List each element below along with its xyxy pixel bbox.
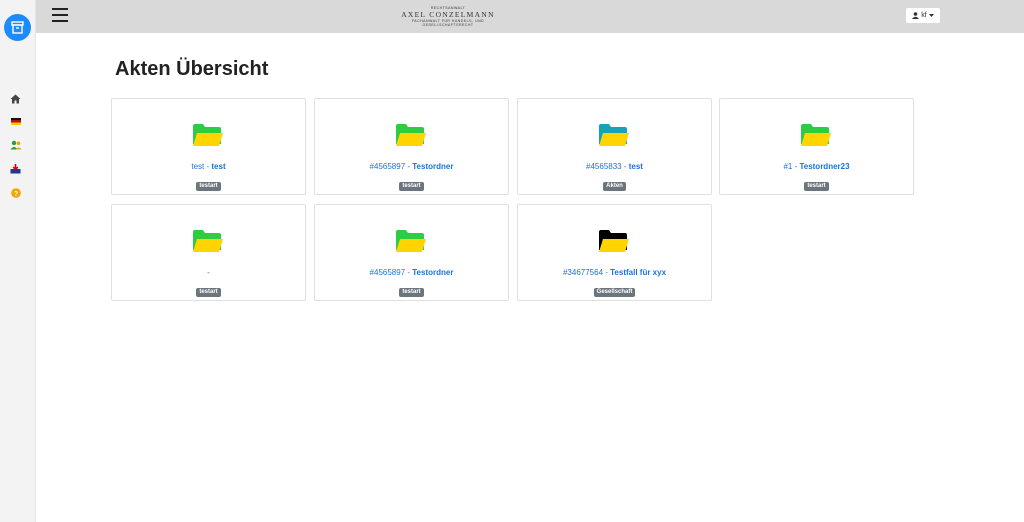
home-icon[interactable]: [9, 92, 22, 105]
case-type-badge: testart: [399, 288, 424, 297]
user-menu-button[interactable]: kf: [906, 8, 940, 23]
folder-card[interactable]: #1 - Testordner23 testart: [719, 98, 914, 195]
folder-card[interactable]: test - test testart: [111, 98, 306, 195]
folder-card[interactable]: #34677564 - Testfall für xyx Gesellschaft: [517, 204, 712, 301]
folder-icon: [396, 230, 426, 252]
case-type-badge: testart: [804, 182, 829, 191]
chevron-down-icon: [928, 14, 934, 17]
case-name: Testordner23: [799, 162, 850, 171]
folder-icon: [599, 124, 629, 146]
case-label[interactable]: -: [112, 268, 305, 277]
menu-icon[interactable]: [52, 8, 68, 22]
top-bar: RECHTSANWALT AXEL CONZELMANN FACHANWALT …: [36, 0, 1024, 33]
folder-icon: [599, 230, 629, 252]
flag-de-icon[interactable]: [9, 115, 22, 128]
brand-name: AXEL CONZELMANN: [401, 10, 495, 19]
folder-icon: [396, 124, 426, 146]
case-separator: -: [207, 268, 210, 277]
case-label[interactable]: #4565897 - Testordner: [315, 268, 508, 277]
user-label: kf: [921, 12, 927, 19]
case-type-badge: testart: [196, 182, 221, 191]
folder-card[interactable]: #4565897 - Testordner testart: [314, 98, 509, 195]
case-label[interactable]: #4565833 - test: [518, 162, 711, 171]
sidebar: ?: [0, 0, 36, 522]
folder-icon: [193, 230, 223, 252]
brand-sub: FACHANWALT FÜR HANDELS- UND GESELLSCHAFT…: [411, 19, 485, 27]
case-type-badge: testart: [196, 288, 221, 297]
case-label[interactable]: test - test: [112, 162, 305, 171]
case-name: Testfall für xyx: [610, 268, 667, 277]
svg-text:?: ?: [13, 191, 17, 198]
case-number: #4565897: [369, 162, 406, 171]
case-label[interactable]: #4565897 - Testordner: [315, 162, 508, 171]
case-type-badge: Gesellschaft: [593, 288, 636, 297]
user-icon: [912, 12, 920, 19]
case-separator: -: [621, 162, 629, 171]
case-name: test: [211, 162, 226, 171]
inbox-download-icon[interactable]: [9, 162, 22, 175]
brand-logo: RECHTSANWALT AXEL CONZELMANN FACHANWALT …: [386, 6, 510, 27]
case-number: #1: [783, 162, 793, 171]
folder-card[interactable]: - testart: [111, 204, 306, 301]
folder-icon: [801, 124, 831, 146]
folder-card[interactable]: #4565897 - Testordner testart: [314, 204, 509, 301]
case-number: test: [191, 162, 205, 171]
case-label[interactable]: #1 - Testordner23: [720, 162, 913, 171]
folder-card[interactable]: #4565833 - test Akten: [517, 98, 712, 195]
page-title: Akten Übersicht: [115, 58, 269, 80]
case-name: Testordner: [412, 162, 454, 171]
case-name: test: [628, 162, 643, 171]
case-type-badge: Akten: [603, 182, 626, 191]
case-name: Testordner: [412, 268, 454, 277]
case-number: #4565897: [369, 268, 406, 277]
case-number: #34677564: [562, 268, 604, 277]
folder-icon: [193, 124, 223, 146]
help-icon[interactable]: ?: [9, 186, 22, 199]
case-type-badge: testart: [399, 182, 424, 191]
case-number: #4565833: [586, 162, 622, 171]
archive-icon[interactable]: [4, 14, 31, 41]
users-icon[interactable]: [9, 138, 22, 151]
case-label[interactable]: #34677564 - Testfall für xyx: [518, 268, 711, 277]
